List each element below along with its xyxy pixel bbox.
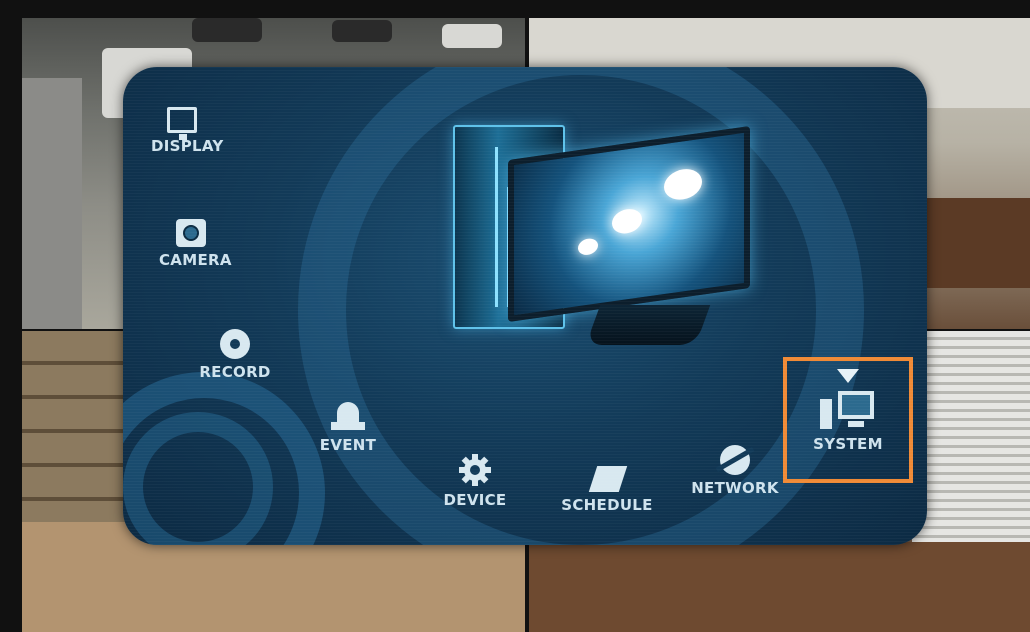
menu-item-label: DEVICE	[443, 491, 507, 509]
network-icon	[720, 445, 750, 475]
menu-item-camera[interactable]: CAMERA	[159, 219, 232, 269]
menu-item-device[interactable]: DEVICE	[435, 453, 515, 509]
desk	[912, 198, 1030, 288]
menu-item-schedule[interactable]: SCHEDULE	[551, 460, 663, 514]
window-blinds	[912, 331, 1030, 551]
menu-item-label: SCHEDULE	[561, 496, 653, 514]
system-hero-illustration	[453, 117, 753, 362]
floor	[529, 542, 1030, 632]
menu-item-network[interactable]: NETWORK	[685, 445, 785, 497]
menu-item-label: SYSTEM	[813, 435, 883, 453]
record-icon	[220, 329, 250, 359]
menu-item-label: RECORD	[199, 363, 271, 381]
car	[332, 20, 392, 42]
gear-icon	[458, 453, 492, 487]
menu-item-label: CAMERA	[159, 251, 232, 269]
display-icon	[167, 107, 197, 140]
menu-item-display[interactable]: DISPLAY	[151, 107, 223, 155]
main-menu-panel: DISPLAY CAMERA RECORD EVENT DEVICE SCHED…	[123, 67, 927, 545]
menu-item-label: EVENT	[319, 436, 377, 454]
monitor-stand-graphic	[585, 305, 711, 345]
car	[192, 18, 262, 42]
menu-item-event[interactable]: EVENT	[315, 402, 381, 454]
system-icon	[818, 391, 878, 431]
menu-item-record[interactable]: RECORD	[191, 329, 279, 381]
menu-item-label: NETWORK	[691, 479, 779, 497]
event-icon	[331, 402, 365, 432]
selected-indicator-icon	[837, 369, 859, 383]
car	[442, 24, 502, 48]
pillar	[22, 78, 82, 329]
camera-icon	[176, 219, 206, 247]
schedule-icon	[587, 460, 627, 492]
menu-item-system[interactable]: SYSTEM	[795, 369, 901, 453]
monitor-graphic	[508, 125, 750, 323]
